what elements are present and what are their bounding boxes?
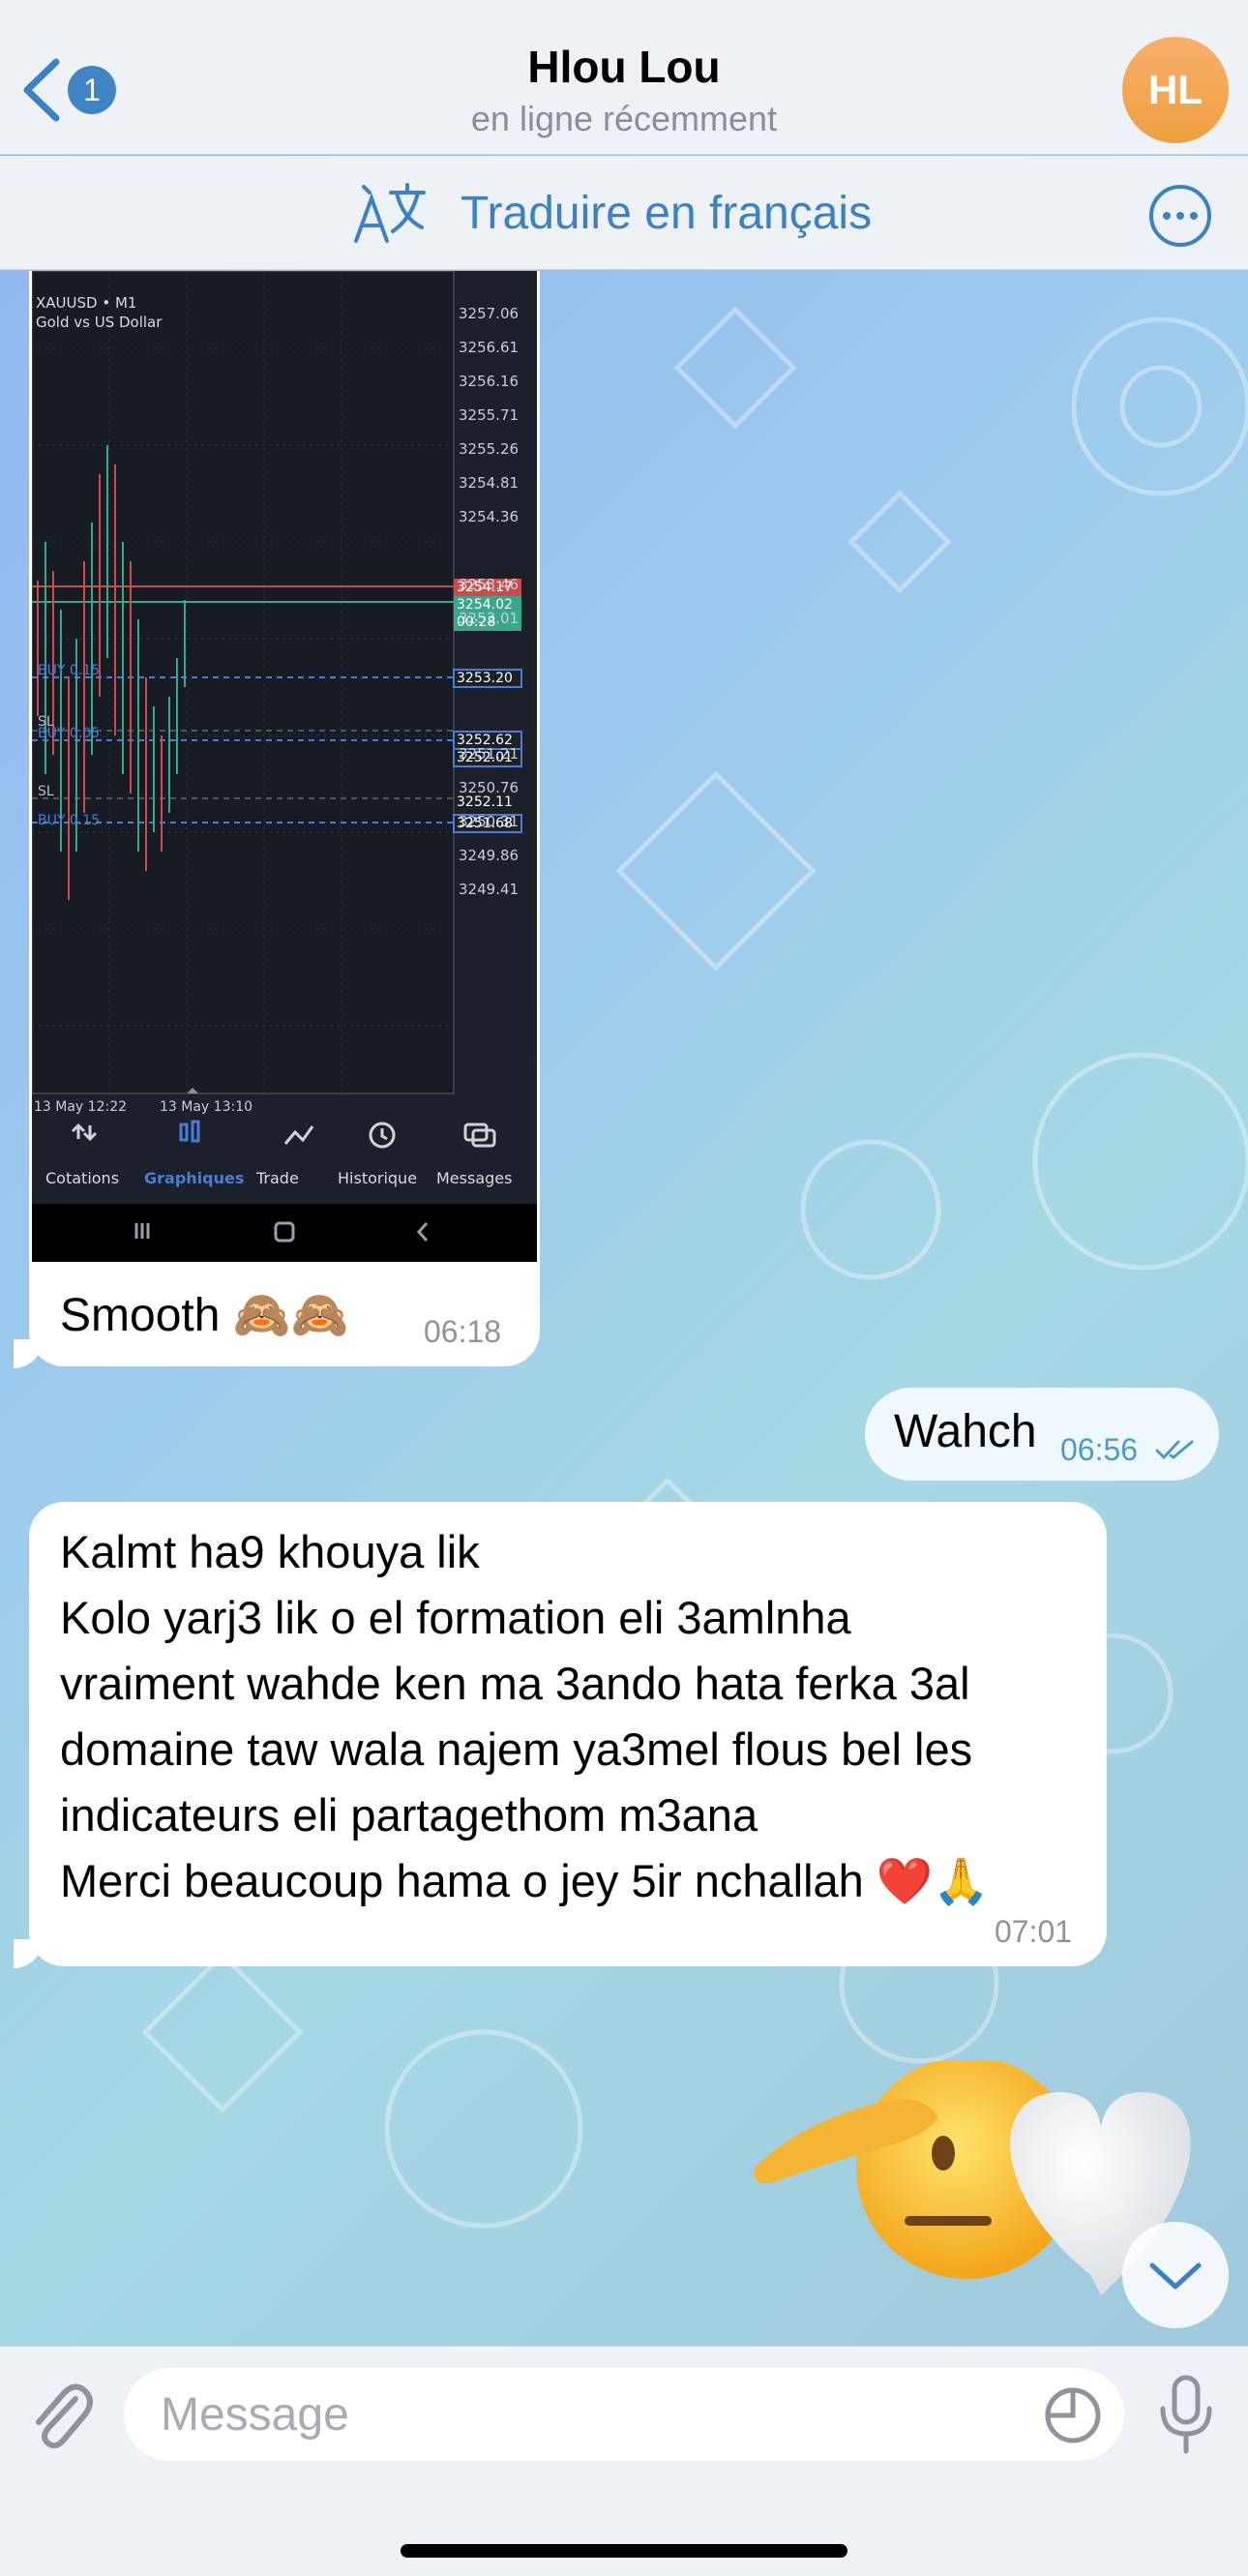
sticker-icon[interactable] (1043, 2385, 1103, 2445)
message-line: Kalmt ha9 khouya lik (60, 1526, 480, 1577)
app-tab-trade: Trade (256, 1169, 299, 1187)
more-button[interactable] (1149, 185, 1211, 247)
message-time: 06:18 (424, 1314, 502, 1349)
price-tag: 3252.62 (457, 733, 513, 748)
microphone-icon[interactable] (1157, 2374, 1215, 2457)
message-line: Kolo yarj3 lik o el formation eli 3amlnh… (60, 1592, 851, 1643)
price-scale-label: 3256.16 (459, 373, 520, 390)
translate-bar: Traduire en français (0, 156, 1248, 270)
price-scale-label: 3255.26 (459, 440, 520, 458)
order-label: SL (38, 784, 54, 799)
more-icon (1163, 212, 1171, 220)
message-line: vraiment wahde ken ma 3ando hata ferka 3… (60, 1658, 970, 1709)
screenshot-symbol: XAUUSD • M1 (36, 294, 137, 312)
price-scale-label: 3254.36 (459, 508, 520, 525)
order-label: BUY 0.15 (38, 663, 101, 678)
message-composer (0, 2346, 1248, 2576)
price-tag: 3252.11 (457, 794, 513, 810)
price-tag: 3251.68 (457, 816, 513, 831)
chat-title[interactable]: Hlou Lou (0, 41, 1248, 93)
order-label: BUY 0.05 (38, 726, 101, 741)
price-tag: 3252.01 (457, 750, 513, 765)
trading-screenshot[interactable]: XAUUSD • M1 Gold vs US Dollar 3257.06 325… (32, 271, 537, 1262)
app-tab-historique: Historique (338, 1169, 418, 1187)
price-tag: 3253.20 (457, 671, 513, 686)
translate-button[interactable]: Traduire en français (352, 179, 872, 247)
message-text: Kalmt ha9 khouya lik Kolo yarj3 lik o el … (60, 1519, 990, 1914)
app-tab-messages: Messages (436, 1169, 513, 1187)
price-scale-label: 3249.86 (459, 847, 520, 864)
chat-header: 1 Hlou Lou en ligne récemment HL (0, 0, 1248, 155)
price-tag: 3254.17 (457, 580, 513, 595)
price-scale-label: 3256.61 (459, 339, 520, 356)
image-caption: Smooth 🙈🙈 (60, 1290, 349, 1341)
price-scale-label: 3255.71 (459, 406, 520, 424)
scroll-down-button[interactable] (1122, 2222, 1229, 2328)
message-text: Wahch (894, 1406, 1037, 1457)
chevron-down-icon (1149, 2262, 1202, 2290)
app-tab-graphiques: Graphiques (144, 1169, 245, 1187)
home-indicator (401, 2544, 847, 2558)
message-input[interactable] (124, 2368, 1124, 2461)
translate-icon (354, 183, 426, 243)
order-label: BUY 0.15 (38, 813, 101, 828)
avatar[interactable]: HL (1122, 37, 1229, 143)
price-scale-label: 3257.06 (459, 305, 520, 322)
incoming-message[interactable]: Kalmt ha9 khouya lik Kolo yarj3 lik o el … (29, 1502, 1107, 1966)
message-time: 06:56 (1060, 1432, 1139, 1467)
price-scale-label: 3249.41 (459, 881, 520, 898)
app-tab-cotations: Cotations (45, 1169, 120, 1187)
bubble-tail (14, 1339, 43, 1368)
attach-icon[interactable] (25, 2376, 95, 2453)
double-check-icon (1155, 1440, 1194, 1460)
translate-label: Traduire en français (461, 187, 873, 239)
price-scale-label: 3254.81 (459, 474, 520, 492)
message-line: domaine taw wala najem ya3mel flous bel … (60, 1723, 973, 1775)
chat-status: en ligne récemment (470, 99, 778, 138)
screenshot-description: Gold vs US Dollar (36, 314, 163, 331)
price-tag: 3254.02 (457, 597, 513, 613)
time-axis-label: 13 May 13:10 (160, 1099, 253, 1115)
message-time: 07:01 (995, 1914, 1073, 1949)
message-line: Merci beaucoup hama o jey 5ir nchallah ❤… (60, 1855, 990, 1906)
price-tag: 00:28 (457, 614, 496, 630)
time-axis-label: 13 May 12:22 (34, 1099, 128, 1115)
image-message[interactable]: XAUUSD • M1 Gold vs US Dollar 3257.06 325… (29, 271, 540, 1366)
message-line: indicateurs eli partagethom m3ana (60, 1789, 758, 1841)
bubble-tail (14, 1939, 43, 1968)
outgoing-message[interactable]: Wahch 06:56 (865, 1388, 1219, 1481)
